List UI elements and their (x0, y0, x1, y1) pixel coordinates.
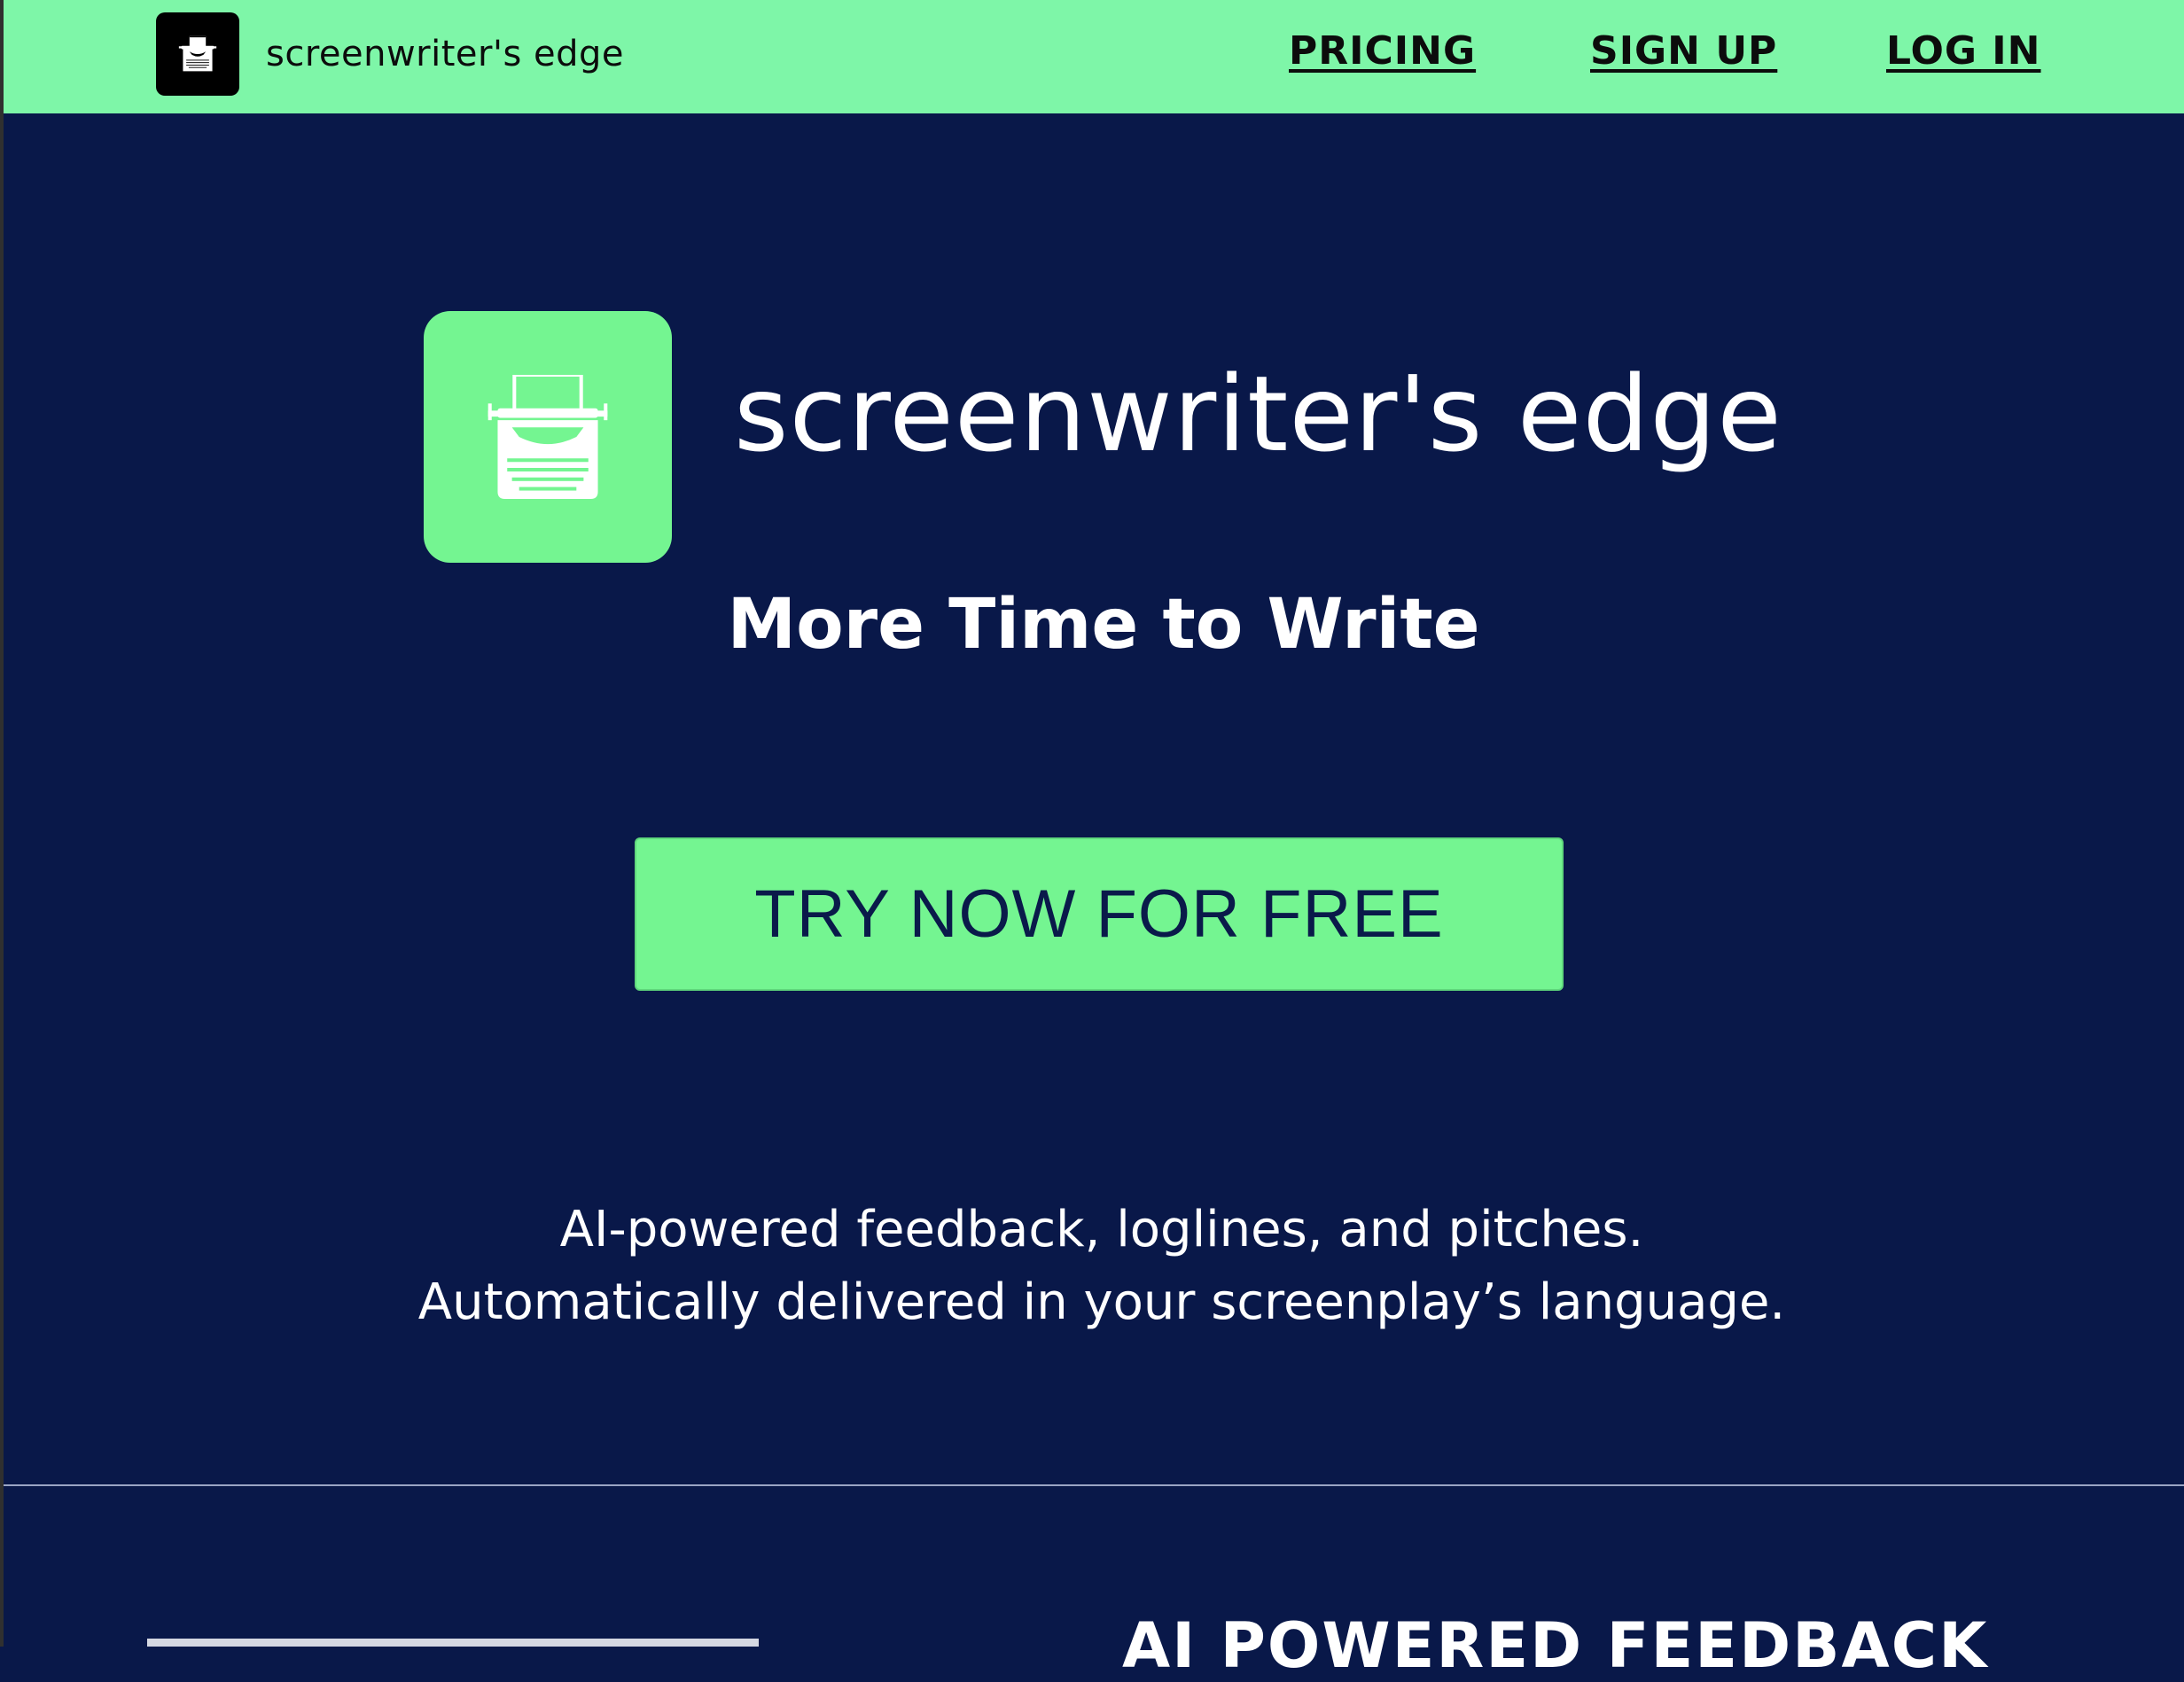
hero-tagline: More Time to Write (727, 585, 1480, 665)
hero-description-line-1: AI-powered feedback, loglines, and pitch… (559, 1201, 1644, 1258)
nav-pricing-link[interactable]: PRICING (1289, 28, 1476, 74)
features-heading: AI POWERED FEEDBACK (1122, 1609, 1989, 1682)
feature-preview-image (147, 1639, 759, 1647)
try-now-button[interactable]: TRY NOW FOR FREE (635, 837, 1564, 991)
brand-name: screenwriter's edge (266, 34, 625, 74)
hero-description-line-2: Automatically delivered in your screenpl… (417, 1273, 1786, 1331)
top-nav-bar: screenwriter's edge PRICING SIGN UP LOG … (0, 0, 2184, 113)
typewriter-icon (488, 375, 608, 499)
brand-logo (156, 12, 239, 96)
window-left-edge (0, 0, 4, 1647)
hero-logo (424, 311, 672, 563)
hero-title: screenwriter's edge (734, 353, 1782, 475)
brand-home-link[interactable]: screenwriter's edge (156, 12, 624, 96)
nav-signup-link[interactable]: SIGN UP (1590, 28, 1777, 74)
typewriter-icon (178, 35, 217, 72)
section-divider (0, 1484, 2184, 1486)
nav-login-link[interactable]: LOG IN (1886, 28, 2041, 74)
